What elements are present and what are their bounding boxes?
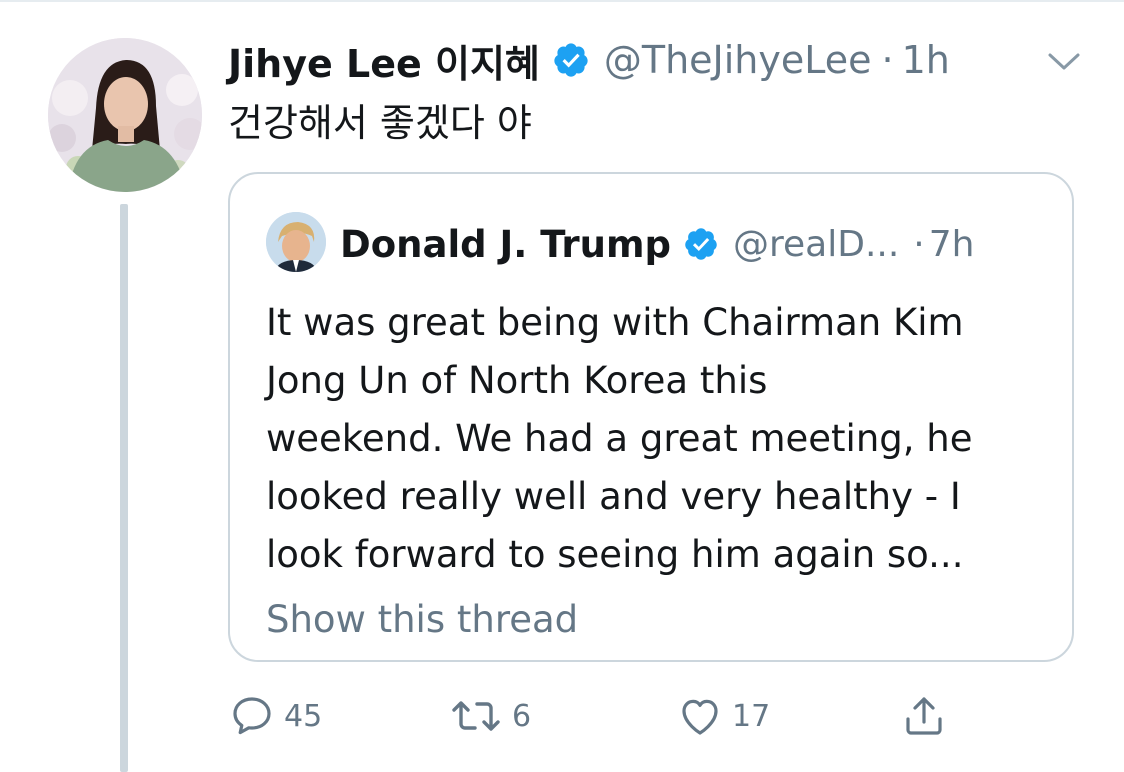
verified-badge-icon	[683, 226, 719, 262]
share-button[interactable]	[900, 688, 948, 744]
author-display-name[interactable]: Jihye Lee 이지혜	[228, 33, 540, 88]
share-icon	[900, 692, 948, 740]
quoted-tweet-card[interactable]: Donald J. Trump @realD... · 7h It was gr…	[228, 172, 1074, 662]
quoted-text-line: It was great being with Chairman Kim	[266, 301, 964, 344]
quoted-author-display-name: Donald J. Trump	[340, 222, 671, 266]
tweet-actions-bar: 45 6 17	[228, 688, 988, 744]
tweet-text: 건강해서 좋겠다 야	[228, 101, 532, 145]
tweet-header: Jihye Lee 이지혜 @TheJihyeLee · 1h	[228, 30, 950, 90]
quoted-tweet-timestamp: 7h	[928, 223, 975, 265]
like-count: 17	[732, 698, 771, 734]
author-avatar[interactable]	[48, 38, 202, 192]
meta-separator: ·	[913, 223, 925, 265]
reply-count: 45	[284, 698, 323, 734]
show-thread-link[interactable]: Show this thread	[266, 598, 578, 641]
tweet-timestamp[interactable]: 1h	[902, 38, 950, 82]
quoted-text-line: looked really well and very healthy - I	[266, 475, 961, 518]
quoted-text-line: Jong Un of North Korea this	[266, 359, 768, 402]
quoted-tweet-header: Donald J. Trump @realD... · 7h	[340, 212, 974, 276]
heart-icon	[676, 692, 724, 740]
thread-connector-line	[120, 204, 128, 772]
quoted-text-line: weekend. We had a great meeting, he	[266, 417, 973, 460]
avatar-image	[48, 38, 202, 192]
verified-badge-icon	[552, 41, 590, 79]
quoted-author-handle: @realD...	[733, 223, 900, 265]
author-handle[interactable]: @TheJihyeLee	[604, 38, 872, 82]
retweet-count: 6	[512, 698, 532, 734]
top-divider	[0, 0, 1124, 2]
retweet-button[interactable]: 6	[448, 688, 531, 744]
reply-icon	[228, 692, 276, 740]
meta-separator: ·	[881, 38, 894, 82]
quoted-tweet-text: It was great being with Chairman Kim Jon…	[266, 294, 1056, 584]
quoted-avatar-image	[266, 212, 326, 272]
reply-button[interactable]: 45	[228, 688, 322, 744]
like-button[interactable]: 17	[676, 688, 770, 744]
quoted-text-line: look forward to seeing him again so...	[266, 533, 964, 576]
quoted-author-avatar	[266, 212, 326, 272]
chevron-down-icon[interactable]	[1044, 46, 1084, 76]
retweet-icon	[448, 692, 504, 740]
